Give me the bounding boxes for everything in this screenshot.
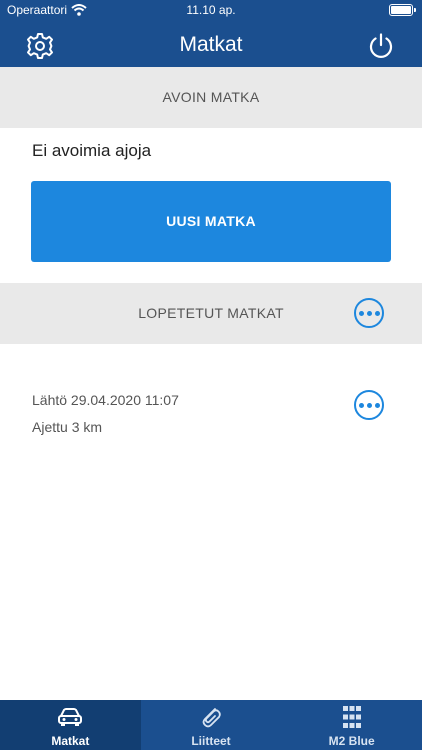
list-item[interactable]: Lähtö 29.04.2020 11:07 Ajettu 3 km xyxy=(32,392,179,435)
no-open-trips-text: Ei avoimia ajoja xyxy=(32,141,152,160)
finished-trips-more-icon[interactable] xyxy=(354,298,384,328)
new-trip-button[interactable]: UUSI MATKA xyxy=(31,181,391,262)
status-time: 11.10 ap. xyxy=(186,3,236,17)
status-bar: Operaattori 11.10 ap. xyxy=(0,0,422,20)
car-icon xyxy=(58,708,83,726)
trip-start: Lähtö 29.04.2020 11:07 xyxy=(32,392,179,408)
power-icon[interactable] xyxy=(367,32,395,60)
battery-icon xyxy=(389,4,416,16)
tab-label: M2 Blue xyxy=(328,734,375,748)
paperclip-icon xyxy=(202,708,221,728)
tab-label: Matkat xyxy=(51,734,90,748)
trip-more-icon[interactable] xyxy=(354,390,384,420)
finished-trips-header-label: LOPETETUT MATKAT xyxy=(138,305,284,321)
grid-icon xyxy=(342,706,361,728)
top-bar: Operaattori 11.10 ap. Matkat xyxy=(0,0,422,67)
open-trip-header: AVOIN MATKA xyxy=(0,67,422,128)
page-title: Matkat xyxy=(179,33,243,56)
tab-trips[interactable]: Matkat xyxy=(0,700,141,750)
tab-m2-blue[interactable]: M2 Blue xyxy=(281,700,422,750)
tab-label: Liitteet xyxy=(191,734,231,748)
trip-distance: Ajettu 3 km xyxy=(32,419,103,435)
tab-attachments[interactable]: Liitteet xyxy=(141,700,282,750)
tab-bar: Matkat Liitteet M2 Blue xyxy=(0,700,422,750)
